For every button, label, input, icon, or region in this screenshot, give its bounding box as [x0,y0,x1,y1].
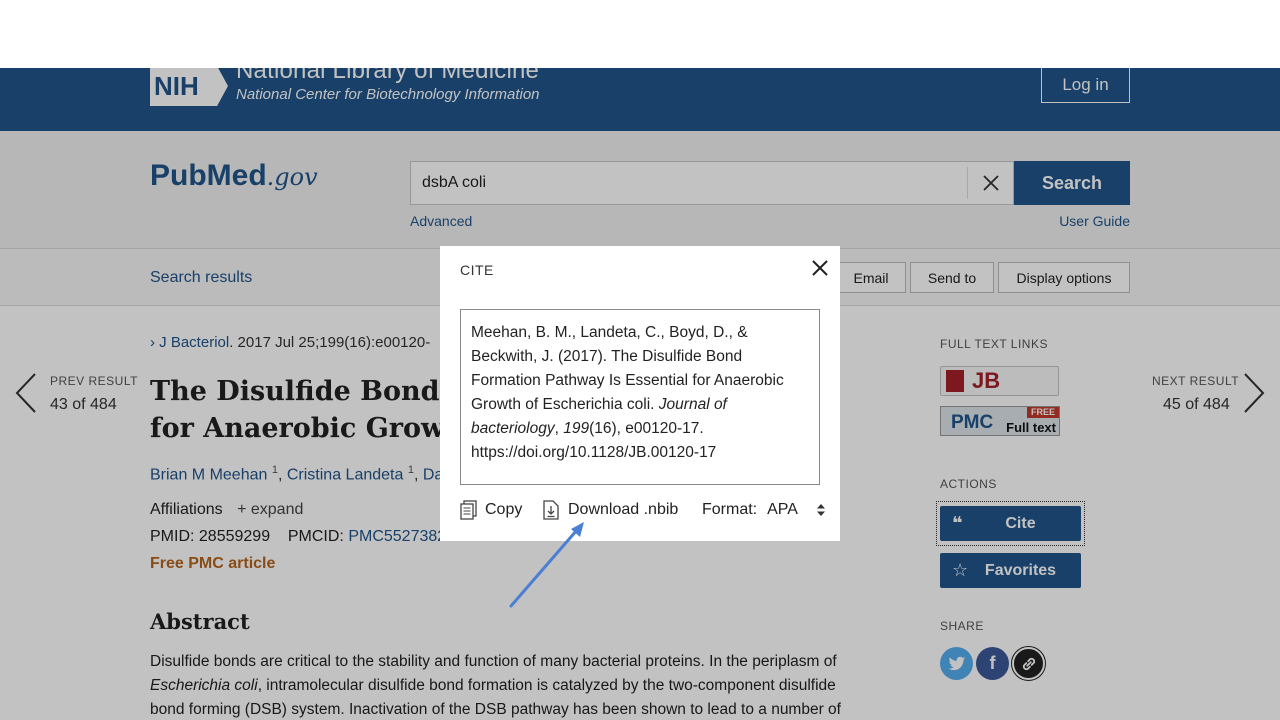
copy-citation-button[interactable]: Copy [460,498,522,522]
format-select[interactable]: Format: APA [702,498,826,522]
citation-text-box[interactable]: Meehan, B. M., Landeta, C., Boyd, D., & … [460,309,820,485]
download-label: Download .nbib [568,501,679,518]
page: NIH National Library of Medicine Nationa… [0,0,1280,720]
citation-authors-title: Meehan, B. M., Landeta, C., Boyd, D., & … [471,324,784,413]
format-label: Format: [702,501,758,518]
sort-caret-icon [816,504,825,516]
format-value: APA [767,501,798,518]
close-icon [812,260,828,276]
citation-separator: , [554,420,564,437]
copy-label: Copy [485,501,523,518]
download-nbib-button[interactable]: Download .nbib [543,498,678,522]
download-file-icon [543,500,559,520]
cite-dialog: CITE Meehan, B. M., Landeta, C., Boyd, D… [440,246,840,541]
close-dialog-button[interactable] [809,257,831,279]
copy-icon [460,500,477,520]
cite-dialog-title: CITE [460,262,494,278]
citation-volume: 199 [563,420,590,437]
